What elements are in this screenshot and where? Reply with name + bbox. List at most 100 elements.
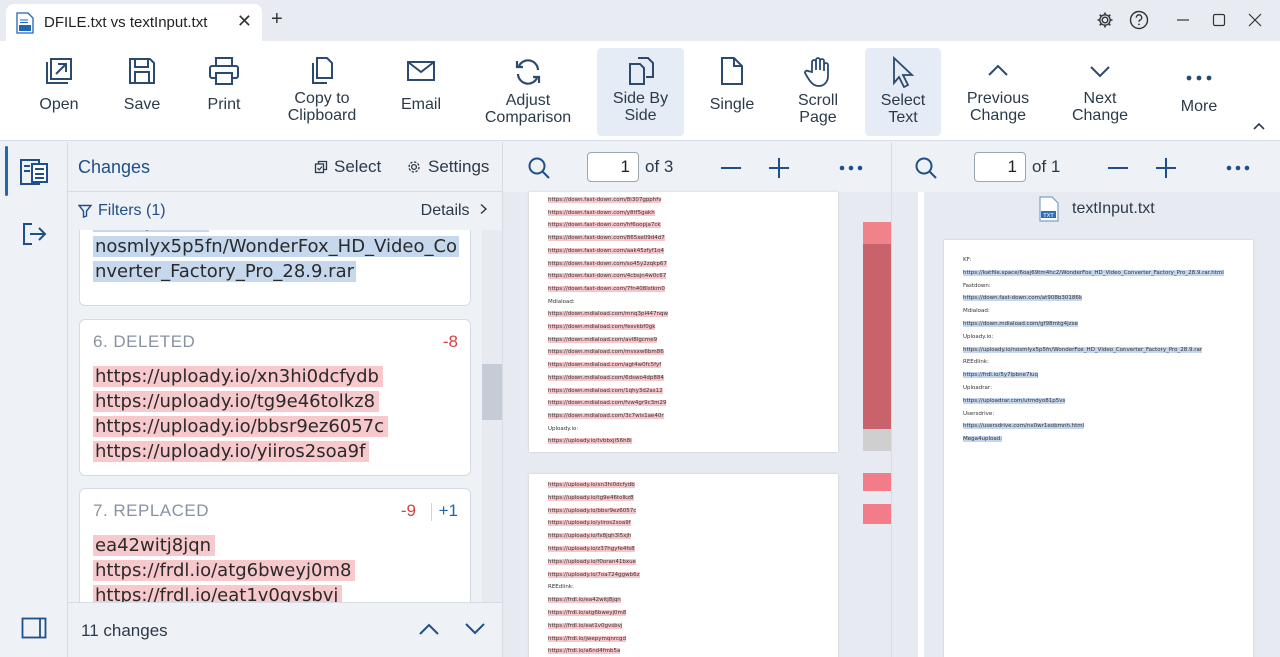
select-icon	[314, 160, 328, 174]
changes-header: Changes Select Settings	[68, 142, 502, 192]
document-line: https://down.fast-down.com/7fn408lstkm0	[548, 285, 665, 292]
deleted-count: -8	[442, 332, 458, 351]
document-line: https://down.fast-down.com/hf6oopja7ck	[548, 222, 661, 229]
zoom-in-icon[interactable]	[765, 154, 793, 182]
chevron-down-icon	[465, 623, 485, 635]
zoom-out-icon[interactable]	[717, 154, 745, 182]
tab-title: DFILE.txt vs textInput.txt	[44, 14, 208, 31]
document-line: https://uploady.io/xn3hi0dcfydb	[548, 482, 635, 488]
sign-out-icon	[23, 223, 47, 245]
file-icon	[16, 11, 34, 34]
details-label: Details	[420, 202, 470, 219]
document-line: https://uploadrar.com/utmdyo81p5vs	[963, 397, 1066, 404]
previous-change-label: Previous Change	[966, 90, 1030, 124]
side-by-side-label: Side By Side	[612, 90, 669, 124]
document-tab[interactable]: DFILE.txt vs textInput.txt ✕	[6, 4, 262, 41]
changes-footer: 11 changes	[68, 602, 502, 657]
document-line: Mdiaload:	[548, 298, 575, 305]
document-line: https://uploady.io/bbsr9ez6057c	[548, 507, 637, 514]
zoom-out-icon[interactable]	[1104, 154, 1132, 182]
close-tab-icon[interactable]: ✕	[237, 11, 252, 32]
filters-button[interactable]: Filters (1)	[78, 202, 166, 220]
previous-change-button[interactable]: Previous Change	[956, 48, 1040, 136]
document-line: Fastdown:	[963, 282, 991, 289]
more-options-icon[interactable]	[837, 154, 865, 182]
document-line: https://down.mdiaload.com/fvw4gr9c3m29	[548, 400, 667, 407]
change-card-7[interactable]: 7. REPLACED -9 +1 ea42witj8jqn https://f…	[79, 488, 471, 602]
document-line: https://frdl.io/jwepymqnrcgd	[548, 635, 626, 642]
document-page: https://uploady.io/xn3hi0dcfydb https://u…	[529, 474, 838, 657]
exit-button[interactable]	[0, 206, 68, 262]
funnel-icon	[78, 204, 92, 218]
document-line: Mdiaload:	[963, 308, 990, 315]
settings-button[interactable]: Settings	[406, 157, 489, 177]
previous-change-arrow[interactable]	[415, 615, 443, 643]
single-button[interactable]: Single	[696, 48, 768, 136]
change-lines: https://uploady.io/xn3hi0dcfydb https://…	[93, 364, 389, 464]
added-count: +1	[438, 501, 458, 520]
file-name: textInput.txt	[1072, 200, 1155, 217]
ribbon-toolbar: Open Save Print Copy to Clipboard Email …	[0, 41, 1280, 141]
document-line: https://down.mdiaload.com/6dswo4dp884	[548, 374, 664, 381]
next-change-button[interactable]: Next Change	[1058, 48, 1142, 136]
document-line: Uploadrar:	[963, 385, 992, 391]
document-line: Uploady.io:	[548, 425, 579, 432]
help-icon[interactable]	[1128, 9, 1150, 31]
filters-label: Filters (1)	[98, 202, 166, 219]
document-line: https://down.mdiaload.com/gf98mtg4jzxe	[963, 321, 1078, 327]
new-tab-button[interactable]: +	[271, 8, 283, 31]
search-icon[interactable]	[912, 154, 940, 182]
document-line: https://frdl.io/ea42witj8jqn	[548, 597, 621, 604]
email-button[interactable]: Email	[384, 48, 458, 136]
next-change-arrow[interactable]	[461, 615, 489, 643]
print-button[interactable]: Print	[187, 48, 261, 136]
change-count: 11 changes	[81, 621, 168, 640]
gear-icon	[408, 161, 420, 173]
changes-title: Changes	[78, 157, 151, 177]
change-line: https://uploady.io/yiiros2soa9f	[93, 439, 388, 464]
more-button[interactable]: More	[1168, 48, 1230, 136]
settings-gear-icon[interactable]	[1094, 9, 1116, 31]
document-line: https://down.fast-down.com/so45y2zqkp67	[548, 260, 667, 267]
close-window-icon[interactable]	[1244, 9, 1266, 31]
changes-scrollbar[interactable]	[482, 230, 502, 602]
document-line: https://frdl.io/5y7lpbne7luq	[963, 372, 1038, 379]
change-card-6[interactable]: 6. DELETED -8 https://uploady.io/xn3hi0d…	[79, 319, 471, 476]
document-line: KF:	[963, 257, 972, 263]
details-button[interactable]: Details	[421, 202, 488, 220]
scrollbar-thumb[interactable]	[482, 364, 502, 420]
copy-to-clipboard-button[interactable]: Copy to Clipboard	[272, 48, 372, 136]
maximize-icon[interactable]	[1208, 9, 1230, 31]
adjust-comparison-button[interactable]: Adjust Comparison	[472, 48, 584, 136]
document-line: REEdlink:	[963, 359, 989, 366]
filters-bar: Filters (1) Details	[68, 192, 502, 230]
left-change-minimap[interactable]	[863, 202, 891, 524]
scroll-page-button[interactable]: Scroll Page	[782, 48, 854, 136]
document-page: KF: https://katfile.space/6oaj69tm4hc2/Wo…	[944, 240, 1253, 657]
zoom-in-icon[interactable]	[1152, 154, 1180, 182]
open-button[interactable]: Open	[22, 48, 96, 136]
page-number-input[interactable]: 1	[587, 152, 639, 182]
minimize-icon[interactable]	[1172, 9, 1194, 31]
more-options-icon[interactable]	[1224, 154, 1252, 182]
document-line: https://down.fast-down.com/865xe09d4d7	[548, 235, 665, 242]
document-line: https://usersdrive.com/nx0wr1eobmnh.html	[963, 423, 1085, 430]
select-text-button[interactable]: Select Text	[865, 48, 941, 136]
search-icon[interactable]	[525, 154, 553, 182]
changes-view-button[interactable]	[0, 144, 68, 200]
minimap-deleted-marker	[863, 244, 891, 429]
save-label: Save	[123, 96, 161, 113]
print-label: Print	[207, 96, 241, 113]
document-line: https://uploady.io/7oa724ggwb6z	[548, 571, 640, 578]
collapse-ribbon-icon[interactable]	[1252, 120, 1266, 134]
select-button[interactable]: Select	[314, 157, 381, 177]
change-card-5[interactable]: tvbbxji56h8i nosmlyx5p5fn/WonderFox_HD_V…	[79, 230, 471, 306]
toggle-panel-button[interactable]	[0, 600, 68, 656]
side-by-side-button[interactable]: Side By Side	[597, 48, 684, 136]
page-number-input[interactable]: 1	[974, 152, 1026, 182]
save-button[interactable]: Save	[105, 48, 179, 136]
left-doc-toolbar: 1 of 3	[503, 142, 891, 192]
document-line: https://uploady.io/tvbbxji56h8i	[548, 438, 632, 445]
document-line: https://down.fast-down.com/4cbsjn4w0c67	[548, 273, 667, 280]
change-lines: tvbbxji56h8i nosmlyx5p5fn/WonderFox_HD_V…	[93, 230, 460, 284]
